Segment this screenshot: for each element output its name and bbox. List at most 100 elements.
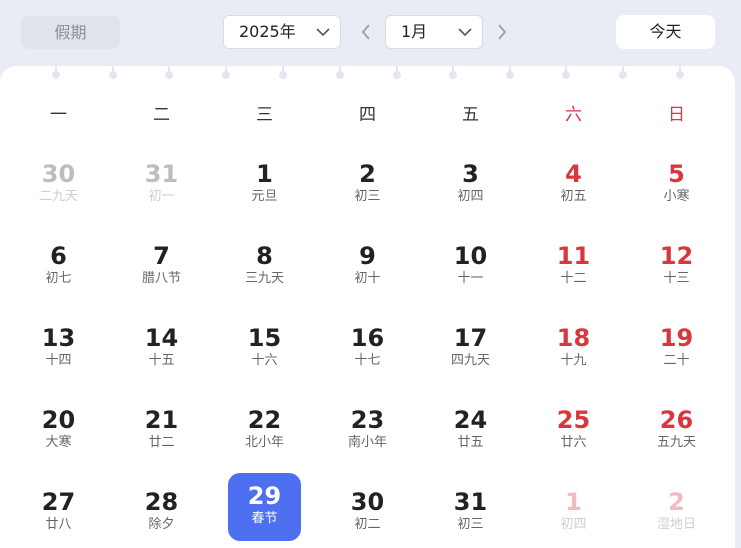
lunar-date: 十二 xyxy=(560,271,587,286)
lunar-date: 初十 xyxy=(354,271,381,286)
lunar-date: 廿五 xyxy=(457,435,484,450)
day-number: 14 xyxy=(144,324,179,352)
lunar-date: 十三 xyxy=(663,271,690,286)
day-number: 15 xyxy=(247,324,282,352)
chevron-down-icon xyxy=(316,28,330,37)
lunar-date: 初四 xyxy=(560,517,587,532)
lunar-date: 十七 xyxy=(354,353,381,368)
lunar-date: 北小年 xyxy=(244,435,284,450)
year-select[interactable]: 2025年 xyxy=(223,15,341,49)
day-number: 22 xyxy=(247,406,282,434)
lunar-date: 初三 xyxy=(354,189,381,204)
day-number: 30 xyxy=(350,488,385,516)
day-cell[interactable]: 4 初五 xyxy=(522,145,625,215)
prev-month-icon[interactable] xyxy=(360,23,372,41)
lunar-date: 三九天 xyxy=(244,271,284,286)
day-cell-selected[interactable]: 29 春节 xyxy=(213,473,316,543)
lunar-date: 初三 xyxy=(457,517,484,532)
day-number: 19 xyxy=(659,324,694,352)
calendar-toolbar: 假期 2025年 1月 今天 xyxy=(0,0,741,66)
day-number: 2 xyxy=(668,488,685,516)
day-cell[interactable]: 2 初三 xyxy=(316,145,419,215)
chevron-down-icon xyxy=(458,28,472,37)
binder-rings xyxy=(0,66,735,86)
day-cell[interactable]: 9 初十 xyxy=(316,227,419,297)
lunar-date: 初二 xyxy=(354,517,381,532)
lunar-date: 四九天 xyxy=(450,353,490,368)
day-cell[interactable]: 30 二九天 xyxy=(7,145,110,215)
day-cell[interactable]: 7 腊八节 xyxy=(110,227,213,297)
day-number: 18 xyxy=(556,324,591,352)
weekday-label: 四 xyxy=(359,105,376,125)
lunar-date: 廿八 xyxy=(45,517,72,532)
binder-ring xyxy=(279,66,287,80)
day-number: 24 xyxy=(453,406,488,434)
calendar-panel: 一二三四五六日 30 二九天 31 初一 1 元旦 2 初三 3 初四 4 初五 5 小寒 6 初七 7 腊八节 8… xyxy=(0,66,735,548)
lunar-date: 初一 xyxy=(148,189,175,204)
lunar-date: 初七 xyxy=(45,271,72,286)
binder-ring xyxy=(165,66,173,80)
day-number: 31 xyxy=(453,488,488,516)
day-number: 16 xyxy=(350,324,385,352)
day-cell[interactable]: 2 湿地日 xyxy=(625,473,728,543)
lunar-date: 春节 xyxy=(251,511,278,526)
day-cell[interactable]: 1 初四 xyxy=(522,473,625,543)
day-cell[interactable]: 25 廿六 xyxy=(522,391,625,461)
day-cell[interactable]: 17 四九天 xyxy=(419,309,522,379)
day-number: 20 xyxy=(41,406,76,434)
day-cell[interactable]: 22 北小年 xyxy=(213,391,316,461)
binder-ring xyxy=(336,66,344,80)
today-button[interactable]: 今天 xyxy=(616,15,715,49)
binder-ring xyxy=(676,66,684,80)
day-cell[interactable]: 18 十九 xyxy=(522,309,625,379)
day-number: 7 xyxy=(153,242,170,270)
lunar-date: 二十 xyxy=(663,353,690,368)
day-cell[interactable]: 31 初三 xyxy=(419,473,522,543)
day-number: 9 xyxy=(359,242,376,270)
day-cell[interactable]: 26 五九天 xyxy=(625,391,728,461)
day-cell[interactable]: 16 十七 xyxy=(316,309,419,379)
holiday-button[interactable]: 假期 xyxy=(21,16,120,49)
weekday-label: 二 xyxy=(153,105,170,125)
day-cell[interactable]: 21 廿二 xyxy=(110,391,213,461)
month-select[interactable]: 1月 xyxy=(385,15,483,49)
day-cell[interactable]: 8 三九天 xyxy=(213,227,316,297)
day-cell[interactable]: 23 南小年 xyxy=(316,391,419,461)
day-cell[interactable]: 10 十一 xyxy=(419,227,522,297)
day-cell[interactable]: 3 初四 xyxy=(419,145,522,215)
day-cell[interactable]: 20 大寒 xyxy=(7,391,110,461)
day-cell[interactable]: 27 廿八 xyxy=(7,473,110,543)
day-cell[interactable]: 1 元旦 xyxy=(213,145,316,215)
next-month-icon[interactable] xyxy=(496,23,508,41)
day-number: 6 xyxy=(50,242,67,270)
lunar-date: 五九天 xyxy=(656,435,696,450)
day-number: 1 xyxy=(256,160,273,188)
day-number: 8 xyxy=(256,242,273,270)
day-cell[interactable]: 28 除夕 xyxy=(110,473,213,543)
day-cell[interactable]: 30 初二 xyxy=(316,473,419,543)
lunar-date: 腊八节 xyxy=(141,271,181,286)
lunar-date: 湿地日 xyxy=(656,517,696,532)
day-cell[interactable]: 15 十六 xyxy=(213,309,316,379)
weekday-label: 六 xyxy=(565,105,582,125)
day-cell[interactable]: 31 初一 xyxy=(110,145,213,215)
day-number: 30 xyxy=(41,160,76,188)
day-number: 31 xyxy=(144,160,179,188)
day-cell[interactable]: 12 十三 xyxy=(625,227,728,297)
lunar-date: 廿二 xyxy=(148,435,175,450)
binder-ring xyxy=(449,66,457,80)
day-number: 3 xyxy=(462,160,479,188)
binder-ring xyxy=(619,66,627,80)
day-cell[interactable]: 6 初七 xyxy=(7,227,110,297)
day-number: 17 xyxy=(453,324,488,352)
binder-ring xyxy=(506,66,514,80)
day-cell[interactable]: 24 廿五 xyxy=(419,391,522,461)
day-cell[interactable]: 11 十二 xyxy=(522,227,625,297)
day-cell[interactable]: 13 十四 xyxy=(7,309,110,379)
day-cell[interactable]: 19 二十 xyxy=(625,309,728,379)
day-number: 13 xyxy=(41,324,76,352)
day-cell[interactable]: 14 十五 xyxy=(110,309,213,379)
day-number: 11 xyxy=(556,242,591,270)
day-cell[interactable]: 5 小寒 xyxy=(625,145,728,215)
day-number: 23 xyxy=(350,406,385,434)
